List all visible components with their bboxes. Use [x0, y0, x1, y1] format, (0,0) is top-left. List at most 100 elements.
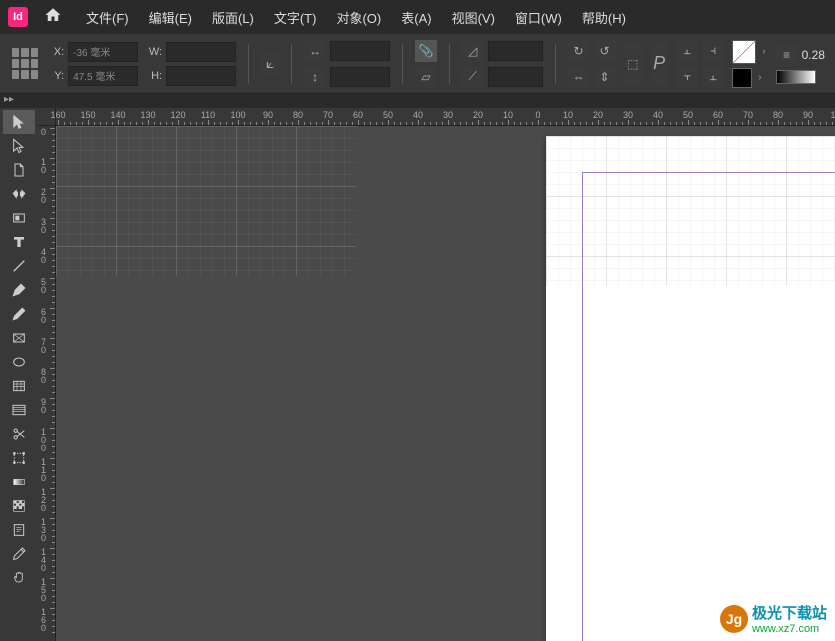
pen-tool[interactable]: [3, 278, 35, 302]
scale-y-icon[interactable]: ↕: [304, 66, 326, 88]
ruler-h-tick: 40: [653, 110, 663, 120]
p-icon[interactable]: P: [650, 42, 668, 86]
menu-table[interactable]: 表(A): [393, 4, 439, 31]
line-tool[interactable]: [3, 254, 35, 278]
ruler-h-tick: 110: [201, 110, 215, 120]
hand-tool[interactable]: [3, 566, 35, 590]
horizontal-ruler[interactable]: 1601501401301201101009080706050403020100…: [56, 108, 835, 126]
select-container-icon[interactable]: ⬚: [624, 42, 642, 86]
ruler-h-tick: 80: [773, 110, 783, 120]
selection-tool[interactable]: [3, 110, 35, 134]
reference-point[interactable]: [10, 46, 40, 82]
stroke-weight-value: 0.28: [802, 48, 825, 62]
scale-y-input[interactable]: [330, 67, 390, 87]
note-tool[interactable]: [3, 518, 35, 542]
rectangle-frame-tool[interactable]: [3, 326, 35, 350]
constrain-icon[interactable]: ⟀: [261, 53, 279, 75]
ellipse-tool[interactable]: [3, 350, 35, 374]
menu-window[interactable]: 窗口(W): [507, 4, 570, 31]
menu-view[interactable]: 视图(V): [444, 4, 503, 31]
scissors-tool[interactable]: [3, 422, 35, 446]
ruler-h-tick: 100: [830, 110, 835, 120]
flip-v-icon[interactable]: ⇕: [594, 66, 616, 88]
margin-guide: [582, 172, 835, 641]
menu-layout[interactable]: 版面(L): [204, 4, 262, 31]
gradient-bar[interactable]: [776, 70, 816, 84]
gradient-feather-tool[interactable]: [3, 494, 35, 518]
ruler-h-tick: 150: [80, 110, 95, 120]
ruler-v-tick: 6 0: [41, 308, 53, 324]
distribute-v-icon[interactable]: ⫠: [702, 66, 724, 88]
page-tool[interactable]: [3, 158, 35, 182]
attachment-icon[interactable]: 📎: [415, 40, 437, 62]
menu-edit[interactable]: 编辑(E): [141, 4, 200, 31]
gap-tool[interactable]: [3, 182, 35, 206]
ruler-v-tick: 9 0: [41, 398, 53, 414]
align-left-icon[interactable]: ⫟: [676, 66, 698, 88]
ruler-h-tick: 50: [383, 110, 393, 120]
ruler-v-tick: 5 0: [41, 278, 53, 294]
stroke-weight-icon[interactable]: ≡: [776, 44, 798, 66]
rotate-ccw-icon[interactable]: ↺: [594, 40, 616, 62]
h-input[interactable]: [166, 66, 236, 86]
flip-h-icon[interactable]: ⇔: [568, 66, 590, 88]
ruler-h-tick: 80: [293, 110, 303, 120]
menu-bar: Id 文件(F) 编辑(E) 版面(L) 文字(T) 对象(O) 表(A) 视图…: [0, 0, 835, 34]
type-tool[interactable]: [3, 230, 35, 254]
ruler-h-tick: 90: [803, 110, 813, 120]
scale-x-icon[interactable]: ↔: [304, 40, 326, 62]
y-label: Y:: [48, 70, 64, 82]
scale-x-input[interactable]: [330, 41, 390, 61]
grid-split-tool[interactable]: [3, 374, 35, 398]
panel-expand-icon[interactable]: ▸▸: [4, 94, 18, 108]
ruler-h-tick: 10: [563, 110, 573, 120]
ruler-h-tick: 60: [353, 110, 363, 120]
rotate-cw-icon[interactable]: ↻: [568, 40, 590, 62]
shear-input[interactable]: [488, 67, 543, 87]
ruler-h-tick: 90: [263, 110, 273, 120]
expand-bar[interactable]: [0, 94, 835, 108]
pencil-tool[interactable]: [3, 302, 35, 326]
align-top-icon[interactable]: ⫠: [676, 40, 698, 62]
rotate-input[interactable]: [488, 41, 543, 61]
vertical-ruler[interactable]: 01 02 03 04 05 06 07 08 09 01 0 01 1 01 …: [38, 126, 56, 641]
shear-icon[interactable]: ⟋: [462, 66, 484, 88]
ruler-h-tick: 60: [713, 110, 723, 120]
stroke-swatch[interactable]: [732, 68, 752, 88]
h-label: H:: [146, 70, 162, 82]
ruler-h-tick: 30: [623, 110, 633, 120]
direct-selection-tool[interactable]: [3, 134, 35, 158]
ruler-v-tick: 2 0: [41, 188, 53, 204]
ruler-h-tick: 40: [413, 110, 423, 120]
ruler-h-tick: 140: [110, 110, 125, 120]
stroke-chevron-icon[interactable]: ›: [756, 72, 763, 83]
parallelogram-icon[interactable]: ▱: [415, 66, 437, 88]
menu-object[interactable]: 对象(O): [328, 4, 389, 31]
ruler-h-tick: 20: [593, 110, 603, 120]
rotate-icon[interactable]: ◿: [462, 40, 484, 62]
content-collector-tool[interactable]: [3, 206, 35, 230]
y-input[interactable]: [68, 66, 138, 86]
menu-help[interactable]: 帮助(H): [574, 4, 634, 31]
ruler-h-tick: 70: [323, 110, 333, 120]
fill-swatch[interactable]: [732, 40, 756, 64]
fill-chevron-icon[interactable]: ›: [760, 46, 767, 57]
ruler-v-tick: 4 0: [41, 248, 53, 264]
gradient-swatch-tool[interactable]: [3, 470, 35, 494]
document-page[interactable]: [546, 136, 835, 641]
canvas[interactable]: [56, 126, 835, 641]
ruler-v-tick: 8 0: [41, 368, 53, 384]
x-input[interactable]: [68, 42, 138, 62]
ruler-v-tick: 7 0: [41, 338, 53, 354]
frame-grid-tool[interactable]: [3, 398, 35, 422]
eyedropper-tool[interactable]: [3, 542, 35, 566]
menu-type[interactable]: 文字(T): [266, 4, 325, 31]
distribute-h-icon[interactable]: ⫞: [702, 40, 724, 62]
control-bar: X: Y: W: H: ⟀ ↔ ↕ 📎 ▱: [0, 34, 835, 94]
home-icon[interactable]: [44, 6, 62, 29]
tool-panel: [0, 108, 38, 641]
menu-file[interactable]: 文件(F): [78, 4, 137, 31]
free-transform-tool[interactable]: [3, 446, 35, 470]
x-label: X:: [48, 46, 64, 58]
w-input[interactable]: [166, 42, 236, 62]
